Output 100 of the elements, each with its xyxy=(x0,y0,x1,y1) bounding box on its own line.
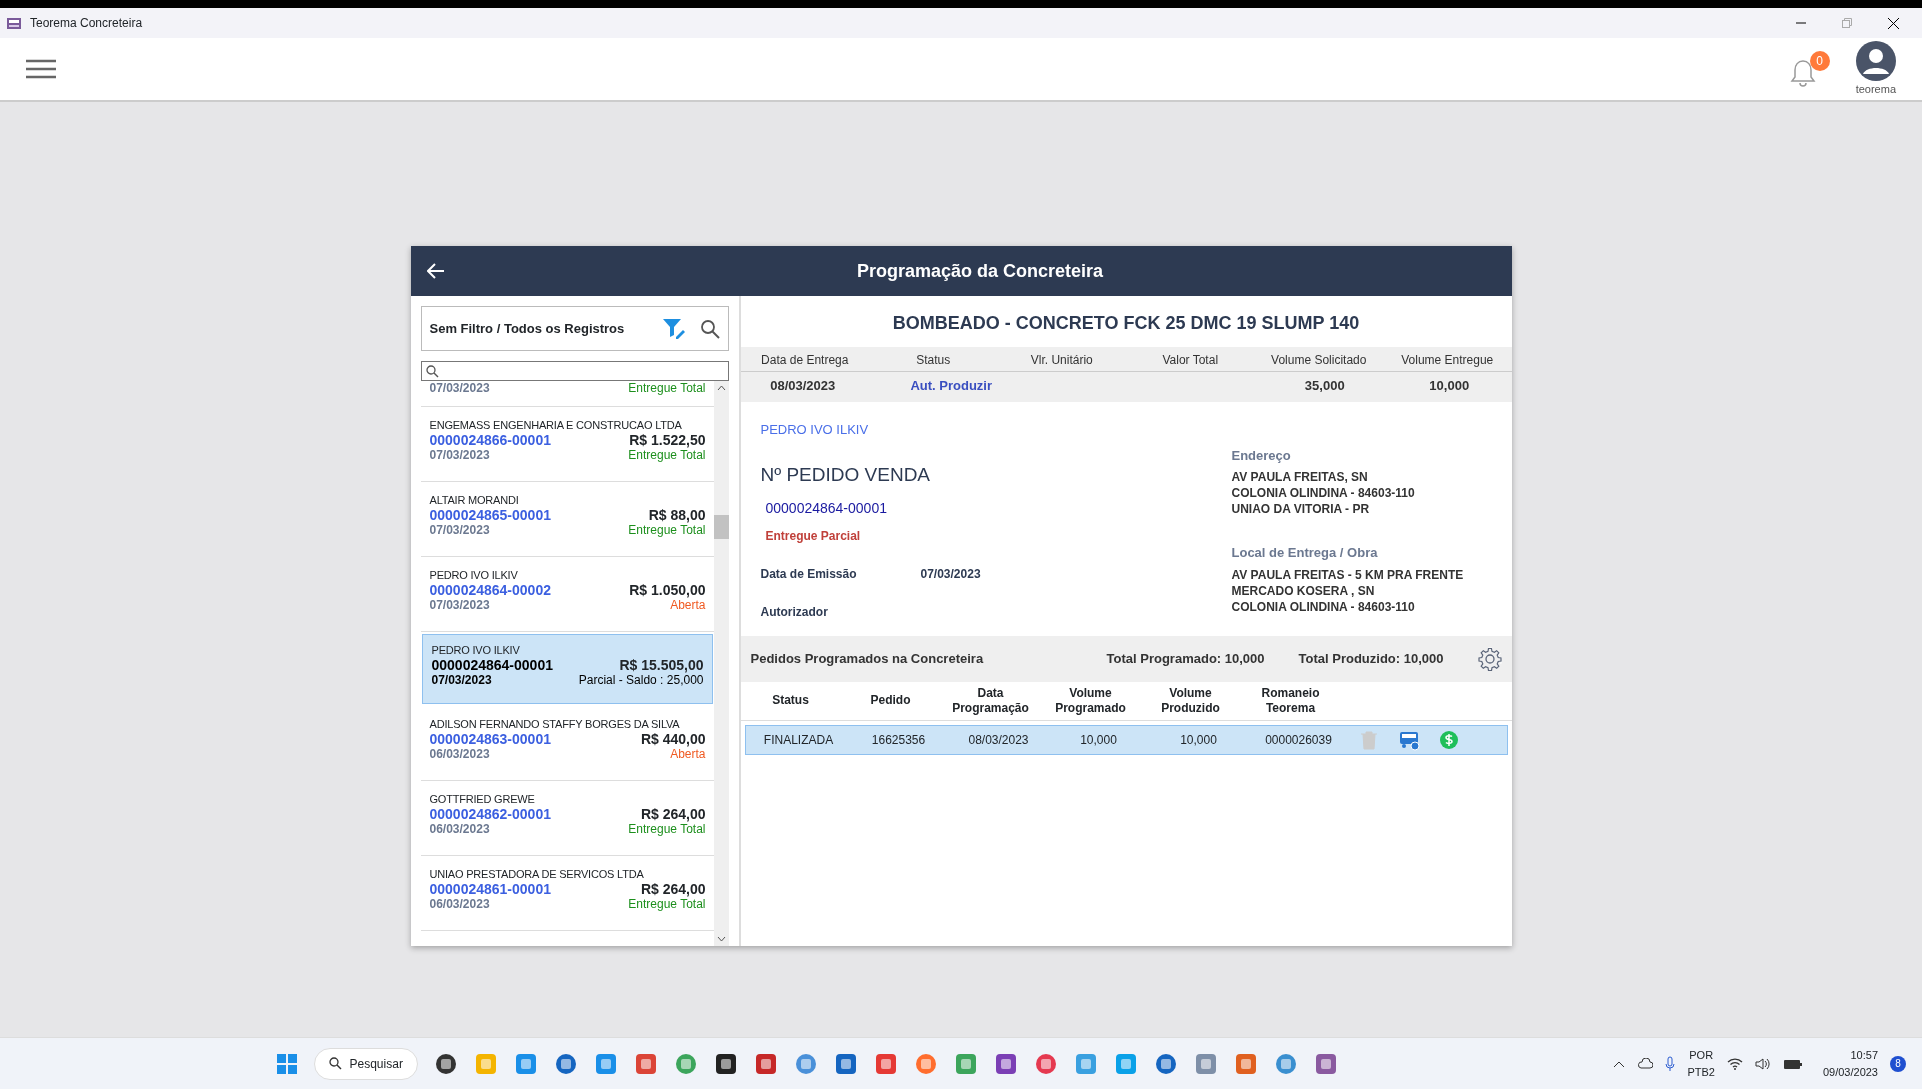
order-date: 07/03/2023 xyxy=(429,448,490,463)
table-cell-text: 10,000 xyxy=(1079,731,1118,749)
order-amount: R$ 1.522,50 xyxy=(629,433,706,448)
order-item[interactable]: ALTAIR MORANDI 0000024865-00001 R$ 88,00 07/03/2023 Entregue Total xyxy=(420,482,714,557)
chevron-up-icon[interactable] xyxy=(1613,1059,1626,1068)
field-value: 07/03/2023 xyxy=(920,565,981,583)
client-name: UNIAO PRESTADORA DE SERVICOS LTDA xyxy=(429,867,645,882)
wifi-icon[interactable] xyxy=(1726,1057,1743,1070)
table-cell-text: 16625356 xyxy=(870,731,927,749)
order-item[interactable]: PEDRO IVO ILKIV 0000024864-00002 R$ 1.050,00 07/03/2023 Aberta xyxy=(420,557,714,632)
client-name: PEDRO IVO ILKIV xyxy=(429,568,519,583)
order-item[interactable]: PEDRO IVO ILKIV 0000024864-00001 R$ 15.505,00 07/03/2023 Parcial - Saldo : 25,000 xyxy=(421,634,713,704)
search-icon xyxy=(425,364,439,378)
order-status: Entregue Total xyxy=(628,448,706,463)
table-row[interactable]: FINALIZADA 16625356 08/03/2023 10,000 10,000 0000026039 xyxy=(744,724,1508,755)
column-header: Pedido xyxy=(869,693,912,708)
column-header: Data de Entrega xyxy=(761,353,849,367)
order-amount: R$ 264,00 xyxy=(640,882,706,897)
filter-icon[interactable] xyxy=(661,317,686,340)
table-cell-text: 08/03/2023 xyxy=(967,731,1030,749)
app-icon[interactable] xyxy=(713,1051,738,1076)
order-date: 07/03/2023 xyxy=(429,598,490,613)
order-number: 0000024863-00001 xyxy=(429,732,551,747)
column-header: Volume Entregue xyxy=(1401,353,1494,367)
section-title: Pedidos Programados na Concreteira xyxy=(750,649,985,668)
battery-icon[interactable] xyxy=(1782,1057,1803,1070)
windows-icon[interactable] xyxy=(275,1052,298,1075)
order-amount: R$ 88,00 xyxy=(648,508,706,523)
restore-icon[interactable] xyxy=(1842,18,1852,28)
search-icon[interactable] xyxy=(699,318,720,339)
clock[interactable]: 10:57 09/03/2023 xyxy=(1822,1047,1878,1080)
column-header: Data Programação xyxy=(951,685,1030,716)
search-icon xyxy=(328,1057,342,1070)
order-item[interactable]: ENGEMASS ENGENHARIA E CONSTRUCAO LTDA 0000024866-00001 R$ 1.522,50 07/03/2023 Entregue Total xyxy=(420,407,714,482)
order-item[interactable]: GOTTFRIED GREWE 0000024862-00001 R$ 264,00 06/03/2023 Entregue Total xyxy=(420,781,714,856)
order-number: 0000024864-00001 xyxy=(431,658,553,673)
order-amount: R$ 440,00 xyxy=(640,732,706,747)
notification-count[interactable]: 8 xyxy=(1890,1055,1906,1072)
back-arrow-icon[interactable] xyxy=(426,263,445,279)
order-status: Aberta xyxy=(670,747,706,762)
order-status: Parcial - Saldo : 25,000 xyxy=(578,673,704,688)
search-field[interactable] xyxy=(420,361,729,381)
order-status: Aberta xyxy=(670,598,706,613)
speaker-icon[interactable] xyxy=(1754,1056,1771,1071)
column-header: Status xyxy=(916,353,951,367)
filter-bar[interactable]: Sem Filtro / Todos os Registros xyxy=(420,306,729,351)
order-status: Entregue Total xyxy=(628,822,706,837)
total-produced: Total Produzido: 10,000 xyxy=(1298,649,1444,668)
summary-value: 35,000 xyxy=(1304,378,1345,393)
order-number: 0000024864-00002 xyxy=(429,583,551,598)
search-box[interactable]: Pesquisar xyxy=(313,1047,418,1080)
table-cell-text: FINALIZADA xyxy=(762,731,835,749)
scroll-thumb[interactable] xyxy=(713,515,729,539)
column-header: Volume Produzido xyxy=(1160,685,1221,716)
address-line: AV PAULA FREITAS, SN xyxy=(1231,469,1369,485)
order-number: 0000024865-00001 xyxy=(429,508,551,523)
address-title: Endereço xyxy=(1231,446,1292,465)
total-programmed: Total Programado: 10,000 xyxy=(1106,649,1265,668)
user-name: teorema xyxy=(1855,81,1896,97)
scrollbar[interactable] xyxy=(713,381,729,946)
settings-icon[interactable] xyxy=(1477,646,1502,671)
client-name: ADILSON FERNANDO STAFFY BORGES DA SILVA xyxy=(429,717,681,732)
bell-icon[interactable] xyxy=(1789,59,1816,87)
address-line: UNIAO DA VITORIA - PR xyxy=(1231,501,1371,517)
close-icon[interactable] xyxy=(1887,17,1899,29)
window-title: Teorema Concreteira xyxy=(30,15,144,32)
address-line: COLONIA OLINDINA - 84603-110 xyxy=(1231,598,1416,615)
app-logo-icon xyxy=(6,15,22,31)
product-title: BOMBEADO - CONCRETO FCK 25 DMC 19 SLUMP 140 xyxy=(891,312,1361,335)
order-date: 06/03/2023 xyxy=(429,822,490,837)
order-number: 0000024864-00001 xyxy=(765,498,888,518)
client-name: ENGEMASS ENGENHARIA E CONSTRUCAO LTDA xyxy=(429,418,683,433)
column-header: Vlr. Unitário xyxy=(1030,353,1093,367)
order-item[interactable]: UNIAO PRESTADORA DE SERVICOS LTDA 0000024861-00001 R$ 264,00 06/03/2023 Entregue Total xyxy=(420,856,714,931)
order-amount: R$ 264,00 xyxy=(640,807,706,822)
dollar-icon[interactable] xyxy=(1437,728,1460,751)
client-name: GOTTFRIED GREWE xyxy=(429,792,536,807)
order-status: Entregue Parcial xyxy=(765,527,862,545)
cloud-icon[interactable] xyxy=(1637,1058,1654,1069)
menu-icon[interactable] xyxy=(26,59,56,79)
filter-label: Sem Filtro / Todos os Registros xyxy=(429,319,626,338)
order-number: 0000024861-00001 xyxy=(429,882,551,897)
client-name: ALTAIR MORANDI xyxy=(429,493,520,508)
order-item[interactable]: 07/03/2023 Entregue Total xyxy=(420,381,714,407)
status-value: Aut. Produzir xyxy=(910,378,993,393)
order-date: 07/03/2023 xyxy=(429,381,490,396)
client-name: PEDRO IVO ILKIV xyxy=(431,643,521,658)
order-item[interactable]: ADILSON FERNANDO STAFFY BORGES DA SILVA 0000024863-00001 R$ 440,00 06/03/2023 Aberta xyxy=(420,706,714,781)
avatar-icon[interactable] xyxy=(1855,40,1896,81)
customer-link[interactable]: PEDRO IVO ILKIV xyxy=(760,419,1232,439)
address-title: Local de Entrega / Obra xyxy=(1231,544,1379,562)
address-line: MERCADO KOSERA , SN xyxy=(1231,582,1376,599)
table-cell-text: 10,000 xyxy=(1179,731,1218,749)
microphone-icon[interactable] xyxy=(1665,1055,1676,1072)
notification-count: 0 xyxy=(1809,51,1830,71)
language-indicator[interactable]: POR PTB2 xyxy=(1687,1047,1715,1080)
order-amount: R$ 15.505,00 xyxy=(619,658,704,673)
order-date: 07/03/2023 xyxy=(431,673,492,688)
summary-value: 08/03/2023 xyxy=(770,378,836,393)
column-header: Valor Total xyxy=(1162,353,1219,367)
